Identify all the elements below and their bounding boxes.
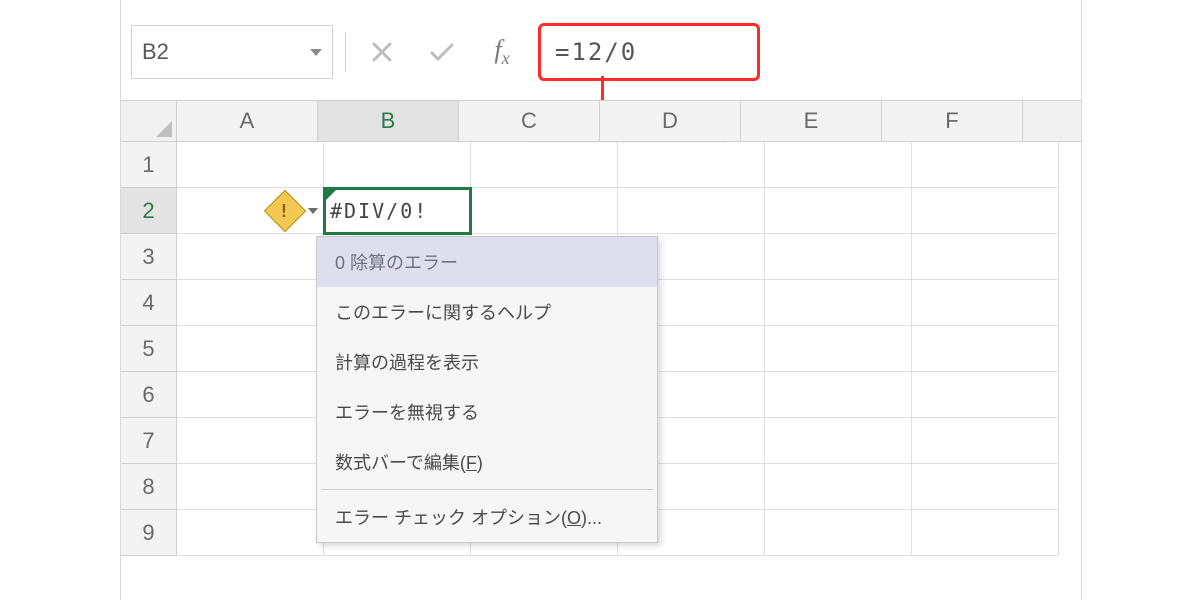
menu-header: 0 除算のエラー [317,237,657,287]
cell-A7[interactable] [177,418,324,464]
separator [345,32,346,72]
column-header-A[interactable]: A [177,101,318,141]
cell-E8[interactable] [765,464,912,510]
column-header-D[interactable]: D [600,101,741,141]
column-header-E[interactable]: E [741,101,882,141]
cell-F1[interactable] [912,142,1059,188]
accept-button[interactable] [418,28,466,76]
formula-bar: B2 fx =12/0 [131,20,1071,84]
cell-F9[interactable] [912,510,1059,556]
cell-C1[interactable] [471,142,618,188]
menu-error-check-options[interactable]: エラー チェック オプション(O)... [317,492,657,542]
excel-window: B2 fx =12/0 1 0 で数字を割っている A [120,0,1082,600]
cancel-button[interactable] [358,28,406,76]
column-header-C[interactable]: C [459,101,600,141]
name-box[interactable]: B2 [131,25,333,79]
cell-A5[interactable] [177,326,324,372]
cell-F8[interactable] [912,464,1059,510]
menu-show-calculation[interactable]: 計算の過程を表示 [317,337,657,387]
cell-F4[interactable] [912,280,1059,326]
row-header-7[interactable]: 7 [121,418,177,464]
select-all-corner[interactable] [121,101,177,141]
formula-input[interactable]: =12/0 [538,23,760,81]
cell-A4[interactable] [177,280,324,326]
error-context-menu: 0 除算のエラー このエラーに関するヘルプ 計算の過程を表示 エラーを無視する … [316,236,658,543]
cell-B1[interactable] [324,142,471,188]
error-indicator[interactable]: ! [270,196,318,226]
cell-E1[interactable] [765,142,912,188]
row-header-3[interactable]: 3 [121,234,177,280]
cell-A3[interactable] [177,234,324,280]
menu-edit-in-formula-bar[interactable]: 数式バーで編集(F) [317,437,657,487]
menu-ignore-error[interactable]: エラーを無視する [317,387,657,437]
cell-E9[interactable] [765,510,912,556]
cell-B2-value: #DIV/0! [330,199,428,223]
cell-A6[interactable] [177,372,324,418]
name-box-dropdown-icon [310,49,322,56]
row-header-5[interactable]: 5 [121,326,177,372]
error-dropdown-icon [308,208,318,214]
cell-E6[interactable] [765,372,912,418]
menu-help[interactable]: このエラーに関するヘルプ [317,287,657,337]
cell-E3[interactable] [765,234,912,280]
cell-F3[interactable] [912,234,1059,280]
cell-E7[interactable] [765,418,912,464]
row-header-9[interactable]: 9 [121,510,177,556]
cell-D1[interactable] [618,142,765,188]
insert-function-button[interactable]: fx [478,28,526,76]
cell-F5[interactable] [912,326,1059,372]
row-header-8[interactable]: 8 [121,464,177,510]
fx-icon: fx [494,35,509,69]
menu-separator [321,489,653,490]
cell-E2[interactable] [765,188,912,234]
column-headers: A B C D E F [121,100,1081,142]
cell-C2[interactable] [471,188,618,234]
row-header-6[interactable]: 6 [121,372,177,418]
cell-A8[interactable] [177,464,324,510]
formula-text: =12/0 [555,38,637,66]
cell-F2[interactable] [912,188,1059,234]
cell-F6[interactable] [912,372,1059,418]
cell-A9[interactable] [177,510,324,556]
cell-B2[interactable]: ! #DIV/0! [324,188,471,234]
row-2: 2 ! #DIV/0! [121,188,1081,234]
row-header-1[interactable]: 1 [121,142,177,188]
cell-A1[interactable] [177,142,324,188]
column-header-B[interactable]: B [318,101,459,141]
cell-F7[interactable] [912,418,1059,464]
row-1: 1 [121,142,1081,188]
cell-D2[interactable] [618,188,765,234]
column-header-F[interactable]: F [882,101,1023,141]
row-header-2[interactable]: 2 [121,188,177,234]
name-box-value: B2 [142,39,169,65]
row-header-4[interactable]: 4 [121,280,177,326]
cell-E4[interactable] [765,280,912,326]
warning-icon: ! [264,189,306,231]
cell-E5[interactable] [765,326,912,372]
